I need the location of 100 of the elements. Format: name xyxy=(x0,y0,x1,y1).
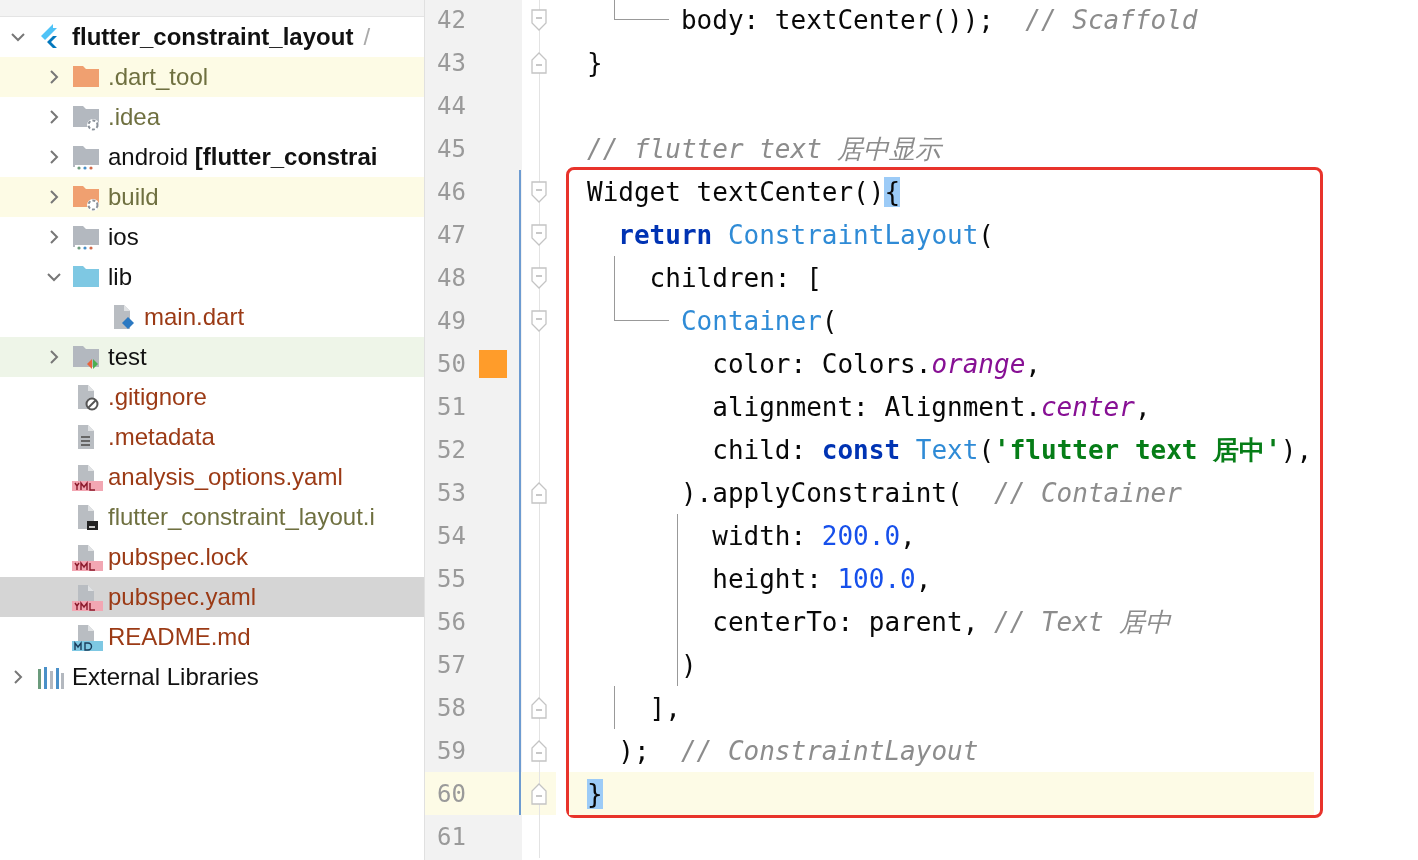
line-number: 58 xyxy=(436,693,467,722)
line-number: 49 xyxy=(436,306,467,335)
expand-chevron-icon[interactable] xyxy=(47,150,61,164)
tree-item[interactable]: .idea xyxy=(0,97,424,137)
line-number: 59 xyxy=(436,736,467,765)
code-line: children: [ xyxy=(648,261,822,295)
file-name: main.dart xyxy=(144,303,245,331)
code-line: alignment: Alignment.center, xyxy=(711,390,1151,424)
collapse-chevron-icon[interactable] xyxy=(47,270,61,284)
code-line: ).applyConstraint( // Container xyxy=(679,476,1182,510)
code-line: Container( xyxy=(679,304,838,338)
file-name: pubspec.yaml xyxy=(108,583,257,611)
code-line: height: 100.0, xyxy=(711,562,932,596)
code-line: Widget textCenter(){ xyxy=(587,175,901,209)
fold-icon[interactable] xyxy=(531,739,547,762)
tree-item[interactable]: flutter_constraint_layout / xyxy=(0,17,424,57)
fold-icon[interactable] xyxy=(531,8,547,31)
line-number: 47 xyxy=(436,220,467,249)
line-number: 60 xyxy=(436,779,467,808)
file-name: README.md xyxy=(108,623,251,651)
code-line: child: const Text('flutter text 居中'), xyxy=(711,433,1313,467)
collapse-chevron-icon[interactable] xyxy=(11,30,25,44)
line-number: 53 xyxy=(436,478,467,507)
tree-item[interactable]: ios xyxy=(0,217,424,257)
file-name: android [flutter_constrai xyxy=(108,143,378,171)
tree-item[interactable]: android [flutter_constrai xyxy=(0,137,424,177)
line-number: 43 xyxy=(436,48,467,77)
expand-chevron-icon[interactable] xyxy=(47,350,61,364)
tree-item[interactable]: .dart_tool xyxy=(0,57,424,97)
line-number: 42 xyxy=(436,5,467,34)
fold-icon[interactable] xyxy=(531,266,547,289)
file-name: ios xyxy=(108,223,139,251)
code-line: ], xyxy=(648,691,681,725)
yaml-file-icon xyxy=(72,583,104,611)
markdown-file-icon xyxy=(72,623,104,651)
line-number: 55 xyxy=(436,564,467,593)
folder-icon xyxy=(72,143,100,171)
expand-chevron-icon[interactable] xyxy=(11,670,25,684)
code-line: color: Colors.orange, xyxy=(711,347,1041,381)
folder-gear-icon xyxy=(72,103,100,131)
tree-item[interactable]: README.md xyxy=(0,617,424,657)
tree-item[interactable]: pubspec.lock xyxy=(0,537,424,577)
expand-chevron-icon[interactable] xyxy=(47,190,61,204)
file-name: .dart_tool xyxy=(108,63,209,91)
file-name: flutter_constraint_layout.i xyxy=(108,503,375,531)
fold-icon[interactable] xyxy=(531,696,547,719)
folder-icon xyxy=(72,223,100,251)
line-number: 44 xyxy=(436,91,467,120)
tree-item[interactable]: External Libraries xyxy=(0,657,424,697)
line-number: 61 xyxy=(436,822,467,851)
folder-gear-icon xyxy=(72,183,100,211)
file-name: flutter_constraint_layout xyxy=(72,23,354,51)
line-number: 57 xyxy=(436,650,467,679)
code-line: // flutter text 居中显示 xyxy=(587,132,942,166)
tree-item[interactable]: build xyxy=(0,177,424,217)
code-line: } xyxy=(587,46,603,80)
code-line: ); // ConstraintLayout xyxy=(617,734,979,768)
file-name: build xyxy=(108,183,159,211)
expand-chevron-icon[interactable] xyxy=(47,110,61,124)
expand-chevron-icon[interactable] xyxy=(47,230,61,244)
file-name: test xyxy=(108,343,147,371)
code-line: ) xyxy=(679,648,697,682)
file-name: External Libraries xyxy=(72,663,259,691)
tree-item[interactable]: flutter_constraint_layout.i xyxy=(0,497,424,537)
code-line: centerTo: parent, // Text 居中 xyxy=(711,605,1172,639)
folder-icon xyxy=(72,343,100,371)
tree-item[interactable]: pubspec.yaml xyxy=(0,577,424,617)
file-name: .metadata xyxy=(108,423,215,451)
yaml-file-icon xyxy=(72,463,104,491)
line-number: 48 xyxy=(436,263,467,292)
fold-icon[interactable] xyxy=(531,180,547,203)
expand-chevron-icon[interactable] xyxy=(47,70,61,84)
line-number: 56 xyxy=(436,607,467,636)
fold-icon[interactable] xyxy=(531,481,547,504)
code-line: body: textCenter()); // Scaffold xyxy=(679,3,1198,37)
tree-item[interactable]: main.dart xyxy=(0,297,424,337)
line-number: 50 xyxy=(436,349,467,378)
file-name: pubspec.lock xyxy=(108,543,249,571)
line-number: 54 xyxy=(436,521,467,550)
fold-icon[interactable] xyxy=(531,223,547,246)
tree-item[interactable]: analysis_options.yaml xyxy=(0,457,424,497)
project-path: / xyxy=(363,23,371,51)
code-line: width: 200.0, xyxy=(711,519,916,553)
tree-item[interactable]: .metadata xyxy=(0,417,424,457)
code-line: return ConstraintLayout( xyxy=(617,218,994,252)
line-number: 51 xyxy=(436,392,467,421)
file-name: lib xyxy=(108,263,132,291)
yaml-file-icon xyxy=(72,543,104,571)
tree-item[interactable]: .gitignore xyxy=(0,377,424,417)
line-number: 46 xyxy=(436,177,467,206)
tree-item[interactable]: lib xyxy=(0,257,424,297)
fold-icon[interactable] xyxy=(531,309,547,332)
file-name: analysis_options.yaml xyxy=(108,463,343,491)
line-number: 45 xyxy=(436,134,467,163)
fold-icon[interactable] xyxy=(531,51,547,74)
file-name: .idea xyxy=(108,103,161,131)
file-name: .gitignore xyxy=(108,383,207,411)
tree-item[interactable]: test xyxy=(0,337,424,377)
line-number: 52 xyxy=(436,435,467,464)
fold-icon[interactable] xyxy=(531,782,547,805)
